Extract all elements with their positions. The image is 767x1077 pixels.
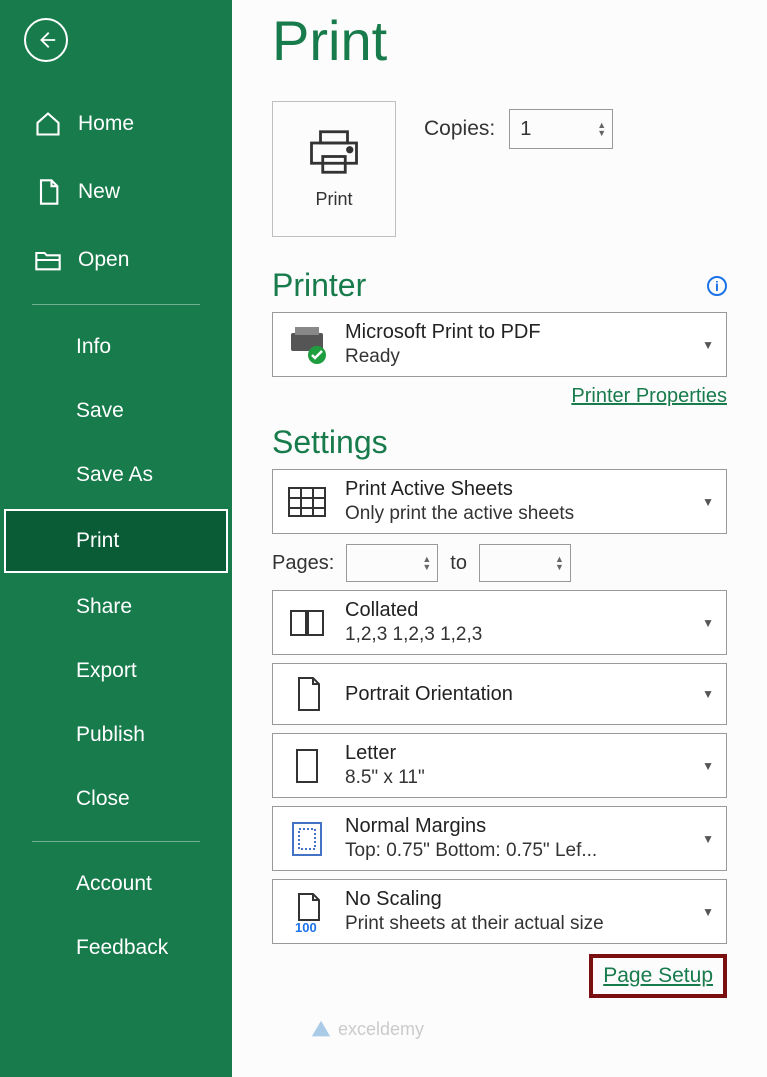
printer-status: Ready	[345, 346, 686, 368]
portrait-icon	[285, 672, 329, 716]
sheets-icon	[285, 480, 329, 524]
sidebar-item-export[interactable]: Export	[0, 639, 232, 703]
printer-icon	[307, 129, 361, 175]
print-button[interactable]: Print	[272, 101, 396, 237]
margins-icon	[285, 817, 329, 861]
setting-scaling[interactable]: 100 No ScalingPrint sheets at their actu…	[272, 879, 727, 944]
chevron-down-icon: ▼	[702, 759, 714, 773]
page-setup-highlight: Page Setup	[589, 954, 727, 998]
document-new-icon	[34, 178, 62, 206]
sidebar-item-home[interactable]: Home	[0, 90, 232, 158]
printer-heading: Printer	[272, 267, 366, 304]
chevron-down-icon: ▼	[702, 905, 714, 919]
setting-print-what[interactable]: Print Active SheetsOnly print the active…	[272, 469, 727, 534]
sidebar-item-print[interactable]: Print	[4, 509, 228, 573]
copies-label: Copies:	[424, 117, 495, 141]
folder-open-icon	[34, 246, 62, 274]
sidebar-item-publish[interactable]: Publish	[0, 703, 232, 767]
chevron-down-icon: ▼	[702, 338, 714, 352]
copies-value: 1	[520, 118, 531, 141]
sidebar-item-new[interactable]: New	[0, 158, 232, 226]
pages-from-input[interactable]: ▲▼	[346, 544, 438, 582]
sidebar-item-label: Home	[78, 112, 134, 136]
sidebar-item-label: New	[78, 180, 120, 204]
sidebar-divider	[32, 841, 200, 842]
spinner-arrows-icon[interactable]: ▲▼	[555, 555, 564, 571]
printer-properties-link[interactable]: Printer Properties	[571, 385, 727, 407]
setting-margins[interactable]: Normal MarginsTop: 0.75" Bottom: 0.75" L…	[272, 806, 727, 871]
sidebar-item-label: Open	[78, 248, 129, 272]
sidebar-item-open[interactable]: Open	[0, 226, 232, 294]
sidebar-item-save[interactable]: Save	[0, 379, 232, 443]
sidebar-item-account[interactable]: Account	[0, 852, 232, 916]
printer-name: Microsoft Print to PDF	[345, 321, 686, 344]
sidebar-divider	[32, 304, 200, 305]
chevron-down-icon: ▼	[702, 832, 714, 846]
printer-dropdown[interactable]: Microsoft Print to PDF Ready ▼	[272, 312, 727, 377]
arrow-left-icon	[35, 29, 57, 51]
page-title: Print	[272, 8, 727, 73]
watermark: exceldemy	[310, 1018, 424, 1040]
backstage-sidebar: Home New Open Info Save Save As Print Sh…	[0, 0, 232, 1077]
printer-ready-icon	[285, 323, 329, 367]
sidebar-item-close[interactable]: Close	[0, 767, 232, 831]
setting-collation[interactable]: Collated1,2,3 1,2,3 1,2,3 ▼	[272, 590, 727, 655]
copies-input[interactable]: 1 ▲▼	[509, 109, 613, 149]
sidebar-item-info[interactable]: Info	[0, 315, 232, 379]
page-icon	[285, 744, 329, 788]
pages-to-input[interactable]: ▲▼	[479, 544, 571, 582]
pages-label: Pages:	[272, 552, 334, 575]
back-button[interactable]	[24, 18, 68, 62]
settings-heading: Settings	[272, 424, 727, 461]
pages-to-label: to	[450, 552, 467, 575]
chevron-down-icon: ▼	[702, 687, 714, 701]
home-icon	[34, 110, 62, 138]
print-panel: Print Print Copies: 1 ▲▼ Printer i Micro…	[232, 0, 767, 1077]
sidebar-item-feedback[interactable]: Feedback	[0, 916, 232, 980]
chevron-down-icon: ▼	[702, 616, 714, 630]
info-icon[interactable]: i	[707, 276, 727, 296]
page-setup-link[interactable]: Page Setup	[603, 964, 713, 987]
svg-text:100: 100	[295, 920, 317, 934]
setting-orientation[interactable]: Portrait Orientation ▼	[272, 663, 727, 725]
scaling-icon: 100	[285, 890, 329, 934]
setting-papersize[interactable]: Letter8.5" x 11" ▼	[272, 733, 727, 798]
chevron-down-icon: ▼	[702, 495, 714, 509]
print-button-label: Print	[315, 189, 352, 210]
spinner-arrows-icon[interactable]: ▲▼	[422, 555, 431, 571]
sidebar-item-saveas[interactable]: Save As	[0, 443, 232, 507]
sidebar-item-share[interactable]: Share	[0, 575, 232, 639]
collated-icon	[285, 601, 329, 645]
spinner-arrows-icon[interactable]: ▲▼	[597, 121, 606, 137]
